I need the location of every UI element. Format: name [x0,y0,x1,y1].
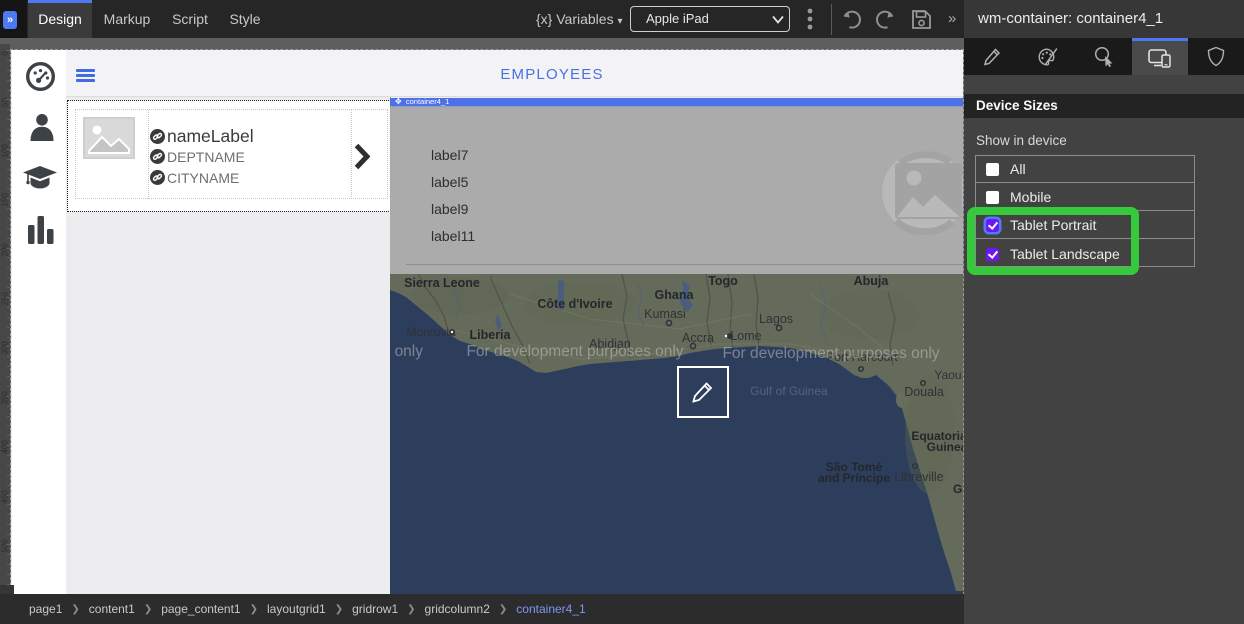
svg-text:Abuja: Abuja [854,274,890,288]
svg-text:Togo: Togo [708,274,738,288]
svg-text:Accra: Accra [682,331,714,345]
svg-text:For development purposes only: For development purposes only [466,343,683,360]
svg-text:Libreville: Libreville [894,470,943,484]
svg-text:Lagos: Lagos [759,312,793,326]
svg-text:Côte d'Ivoire: Côte d'Ivoire [537,297,612,311]
svg-text:For development purposes only: For development purposes only [722,345,939,362]
svg-text:Monrovia: Monrovia [406,325,456,339]
svg-text:Kumasi: Kumasi [644,307,686,321]
svg-text:Sierra Leone: Sierra Leone [404,276,480,290]
svg-text:Guinea: Guinea [927,440,963,454]
svg-text:Douala: Douala [904,385,944,399]
svg-text:Yaou: Yaou [934,368,961,382]
svg-text:Liberia: Liberia [470,328,512,342]
svg-text:and Príncipe: and Príncipe [818,471,890,485]
svg-text:only: only [395,343,424,360]
svg-text:Lome: Lome [730,329,761,343]
svg-text:Ghana: Ghana [655,288,695,302]
svg-text:Ga: Ga [953,482,963,496]
svg-text:Gulf of Guinea: Gulf of Guinea [750,384,828,398]
